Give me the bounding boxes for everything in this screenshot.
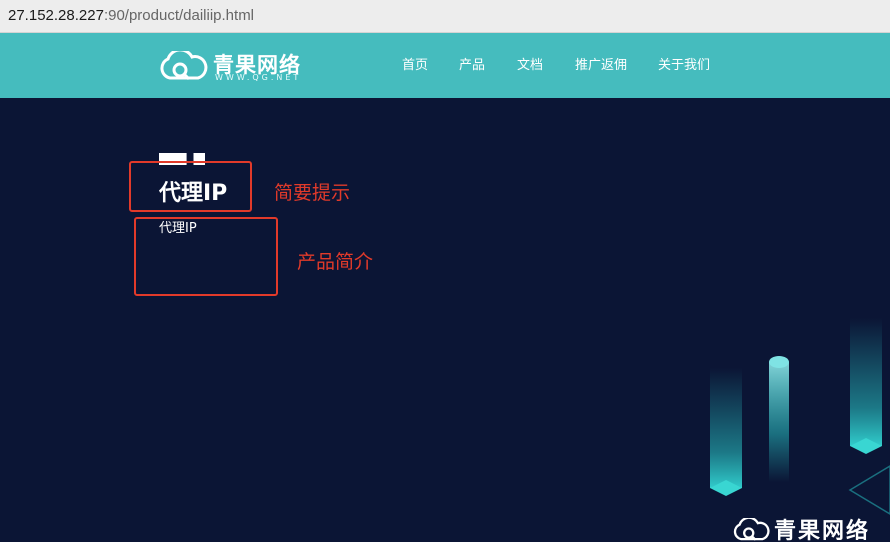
nav-item-home[interactable]: 首页 — [402, 33, 428, 98]
nav-item-docs[interactable]: 文档 — [517, 33, 543, 98]
logo-subtitle: WWW.QG.NET — [215, 73, 302, 82]
url-path: :90/product/dailiip.html — [103, 7, 255, 24]
nav-item-about[interactable]: 关于我们 — [658, 33, 710, 98]
nav-item-affiliate[interactable]: 推广返佣 — [575, 33, 627, 98]
cloud-logo-icon — [160, 51, 208, 81]
annotation-box-description — [134, 217, 278, 296]
glow-pillars-illustration — [710, 318, 890, 515]
site-header: 青果网络 WWW.QG.NET 首页 产品 文档 推广返佣 关于我们 — [0, 33, 890, 98]
product-hero: 代理IP 代理IP 简要提示 产品简介 — [0, 98, 890, 542]
cloud-watermark-icon — [733, 518, 770, 541]
address-bar[interactable]: 27.152.28.227:90/product/dailiip.html — [0, 0, 890, 33]
nav-item-products[interactable]: 产品 — [459, 33, 485, 98]
annotation-note-description: 产品简介 — [297, 251, 374, 273]
annotation-note-title: 简要提示 — [274, 182, 351, 204]
annotation-box-title — [129, 161, 252, 212]
url-host: 27.152.28.227 — [8, 7, 104, 24]
watermark-text: 青果网络 — [774, 519, 871, 542]
